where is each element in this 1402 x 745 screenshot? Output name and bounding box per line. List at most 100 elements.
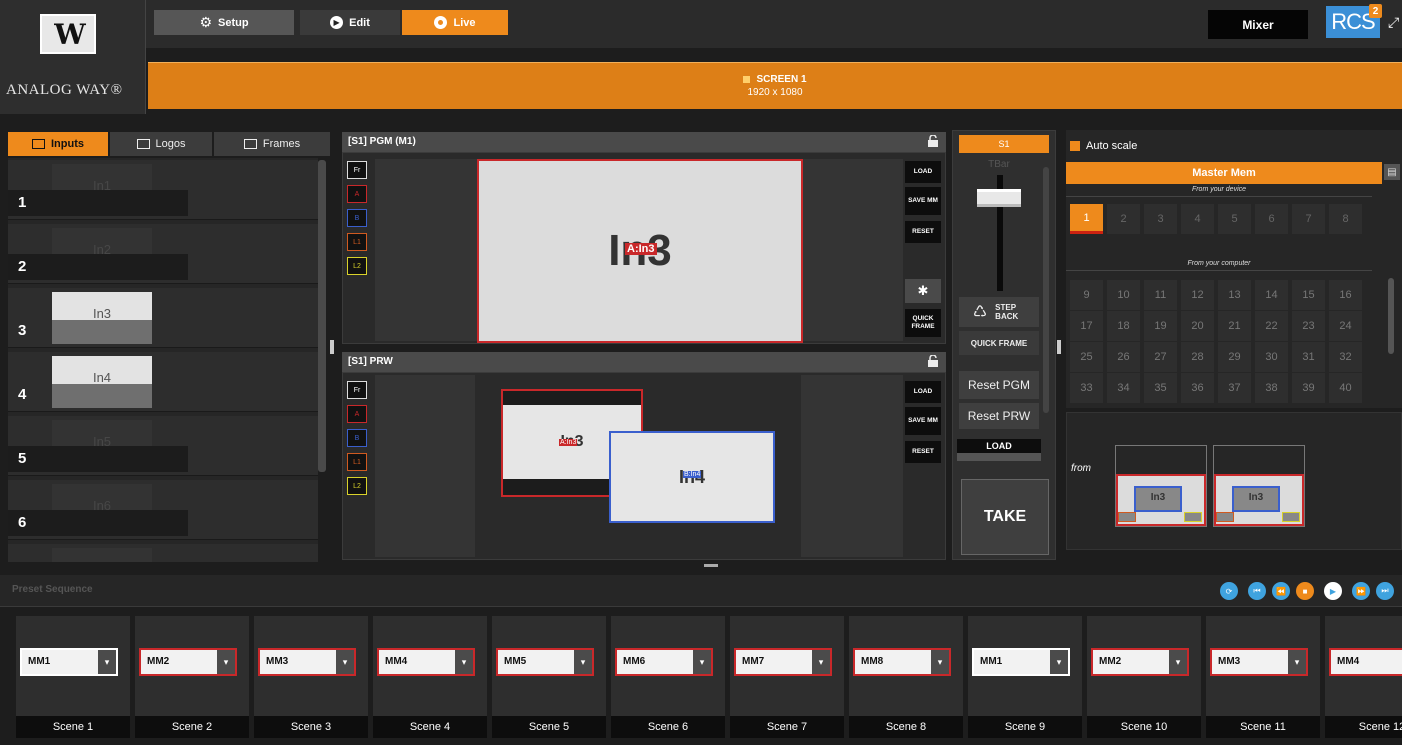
input-row-3[interactable]: In3 3: [8, 288, 318, 348]
input-list-scrollbar[interactable]: [318, 160, 326, 472]
mm-slot[interactable]: 2: [1107, 204, 1140, 234]
mm-slot[interactable]: 1: [1070, 204, 1103, 234]
scene-memory-select[interactable]: MM7 ▾: [734, 648, 832, 676]
scene-tile[interactable]: MM2 ▾ Scene 2: [135, 616, 249, 738]
menu-icon[interactable]: ▤: [1384, 164, 1400, 180]
program-layer-a[interactable]: In3 A:In3: [477, 159, 803, 343]
tab-frames[interactable]: Frames: [214, 132, 330, 156]
input-row-1[interactable]: In1 1: [8, 160, 318, 220]
preview-load-button[interactable]: LOAD: [905, 381, 941, 403]
scene-tile[interactable]: MM3 ▾ Scene 3: [254, 616, 368, 738]
mm-slot[interactable]: 11: [1144, 280, 1177, 310]
mm-slot[interactable]: 24: [1329, 311, 1362, 341]
chevron-down-icon[interactable]: ▾: [336, 650, 354, 674]
mm-slot[interactable]: 12: [1181, 280, 1214, 310]
mm-slot[interactable]: 35: [1144, 373, 1177, 403]
scene-memory-select[interactable]: MM5 ▾: [496, 648, 594, 676]
scene-memory-select[interactable]: MM3 ▾: [258, 648, 356, 676]
mm-slot[interactable]: 18: [1107, 311, 1140, 341]
unlock-icon[interactable]: [928, 135, 938, 147]
scene-tile[interactable]: MM1 ▾ Scene 9: [968, 616, 1082, 738]
tbar-load-button[interactable]: LOAD: [957, 439, 1041, 453]
mm-slot[interactable]: 15: [1292, 280, 1325, 310]
preview-reset-button[interactable]: RESET: [905, 441, 941, 463]
take-button[interactable]: TAKE: [961, 479, 1049, 555]
reset-prw-button[interactable]: Reset PRW: [959, 403, 1039, 429]
freeze-icon[interactable]: ✱: [905, 279, 941, 303]
layer-l2-button[interactable]: L2: [347, 477, 367, 495]
mm-slot[interactable]: 36: [1181, 373, 1214, 403]
mm-slot[interactable]: 23: [1292, 311, 1325, 341]
mm-slot[interactable]: 39: [1292, 373, 1325, 403]
tab-setup[interactable]: ⚙ Setup: [154, 10, 294, 35]
input-row-5[interactable]: In5 5: [8, 416, 318, 476]
scene-memory-select[interactable]: MM1 ▾: [20, 648, 118, 676]
scene-tile[interactable]: MM7 ▾ Scene 7: [730, 616, 844, 738]
mm-slot[interactable]: 40: [1329, 373, 1362, 403]
mm-slot[interactable]: 6: [1255, 204, 1288, 234]
scene-memory-select[interactable]: MM2 ▾: [139, 648, 237, 676]
chevron-down-icon[interactable]: ▾: [98, 650, 116, 674]
mm-slot[interactable]: 9: [1070, 280, 1103, 310]
scene-memory-select[interactable]: MM1 ▾: [972, 648, 1070, 676]
scene-memory-select[interactable]: MM4▾: [377, 648, 475, 676]
auto-scale-checkbox[interactable]: [1070, 141, 1080, 151]
mm-slot[interactable]: 32: [1329, 342, 1362, 372]
tab-logos[interactable]: Logos: [110, 132, 212, 156]
layer-frame-button[interactable]: Fr: [347, 381, 367, 399]
master-mem-scrollbar[interactable]: [1388, 278, 1394, 354]
loop-icon[interactable]: ⟳: [1220, 582, 1238, 600]
mm-slot[interactable]: 30: [1255, 342, 1288, 372]
screen-selector[interactable]: SCREEN 1 1920 x 1080: [148, 62, 1402, 109]
program-quick-frame-button[interactable]: QUICK FRAME: [905, 309, 941, 337]
layer-a-button[interactable]: A: [347, 405, 367, 423]
layer-l2-button[interactable]: L2: [347, 257, 367, 275]
tbar-handle[interactable]: [977, 189, 1021, 207]
scene-memory-select[interactable]: MM4▾: [1329, 648, 1402, 676]
scene-tile[interactable]: MM6 ▾ Scene 6: [611, 616, 725, 738]
chevron-down-icon[interactable]: ▾: [574, 650, 592, 674]
mixer-button[interactable]: Mixer: [1208, 10, 1308, 39]
scene-tile[interactable]: MM8 ▾ Scene 8: [849, 616, 963, 738]
tab-edit[interactable]: ▶ Edit: [300, 10, 400, 35]
mm-slot[interactable]: 13: [1218, 280, 1251, 310]
scene-tile[interactable]: MM2 ▾ Scene 10: [1087, 616, 1201, 738]
fast-forward-icon[interactable]: ⏩: [1352, 582, 1370, 600]
mm-slot[interactable]: 22: [1255, 311, 1288, 341]
program-save-mm-button[interactable]: SAVE MM: [905, 187, 941, 215]
mm-slot[interactable]: 16: [1329, 280, 1362, 310]
mm-slot[interactable]: 29: [1218, 342, 1251, 372]
mm-slot[interactable]: 5: [1218, 204, 1251, 234]
last-icon[interactable]: ⏭: [1376, 582, 1394, 600]
layer-l1-button[interactable]: L1: [347, 233, 367, 251]
layer-l1-button[interactable]: L1: [347, 453, 367, 471]
mm-slot[interactable]: 17: [1070, 311, 1103, 341]
step-back-button[interactable]: ♺ STEP BACK: [959, 297, 1039, 327]
input-row-4[interactable]: In4 4: [8, 352, 318, 412]
layer-a-button[interactable]: A: [347, 185, 367, 203]
reset-pgm-button[interactable]: Reset PGM: [959, 371, 1039, 399]
mm-slot[interactable]: 25: [1070, 342, 1103, 372]
input-row-6[interactable]: In6 6: [8, 480, 318, 540]
scene-tile[interactable]: MM4▾ Scene 12: [1325, 616, 1402, 738]
preview-save-mm-button[interactable]: SAVE MM: [905, 407, 941, 435]
mm-slot[interactable]: 19: [1144, 311, 1177, 341]
mm-slot[interactable]: 10: [1107, 280, 1140, 310]
scene-tile[interactable]: MM5 ▾ Scene 5: [492, 616, 606, 738]
mm-slot[interactable]: 34: [1107, 373, 1140, 403]
scene-tile[interactable]: MM4 ▾ Scene 4: [373, 616, 487, 738]
play-icon[interactable]: ▶: [1324, 582, 1342, 600]
chevron-down-icon[interactable]: ▾: [1050, 650, 1068, 674]
mm-slot[interactable]: 33: [1070, 373, 1103, 403]
panel-resize-handle[interactable]: [330, 340, 334, 354]
mm-slot[interactable]: 21: [1218, 311, 1251, 341]
program-reset-button[interactable]: RESET: [905, 221, 941, 243]
mm-slot[interactable]: 26: [1107, 342, 1140, 372]
program-canvas[interactable]: In3 A:In3: [375, 159, 903, 343]
scene-memory-select[interactable]: MM8 ▾: [853, 648, 951, 676]
mm-slot[interactable]: 20: [1181, 311, 1214, 341]
mm-slot[interactable]: 37: [1218, 373, 1251, 403]
chevron-down-icon[interactable]: ▾: [931, 650, 949, 674]
chevron-down-icon[interactable]: ▾: [693, 650, 711, 674]
layer-b-button[interactable]: B: [347, 429, 367, 447]
